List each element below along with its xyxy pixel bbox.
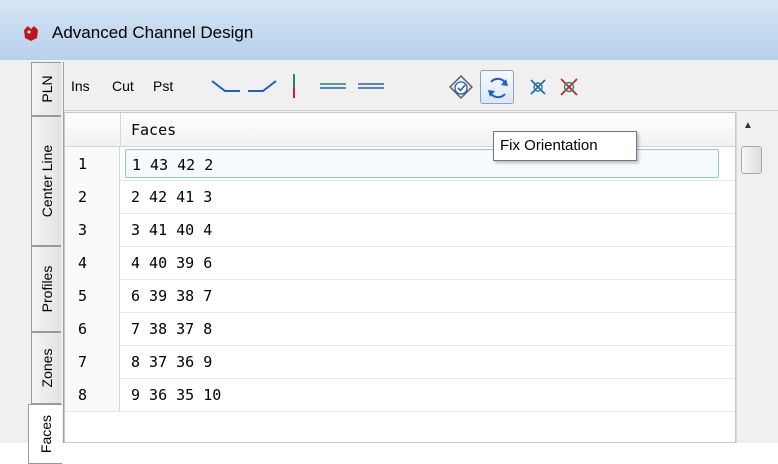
faces-grid: Faces 1 1 43 42 2 2 2 42 41 3 3 3 41 40 … [64,112,736,443]
flat-line-right-button[interactable] [354,70,388,104]
column-header-faces[interactable]: Faces [131,121,176,139]
faces-cell[interactable]: 3 41 40 4 [125,215,719,244]
row-number: 4 [78,254,88,272]
fix-orientation-icon [488,77,508,99]
delete-node-icon [530,79,546,95]
vertical-scrollbar[interactable]: ▲ [736,112,767,443]
row-number: 8 [78,386,88,404]
row-header[interactable]: 1 [65,147,120,180]
faces-cell[interactable]: 2 42 41 3 [125,182,719,211]
table-row[interactable]: 3 3 41 40 4 [65,213,735,247]
fix-orientation-button[interactable] [480,70,514,104]
row-number: 5 [78,287,88,305]
faces-cell-value: 1 43 42 2 [132,156,214,174]
faces-cell[interactable]: 4 40 39 6 [125,248,719,277]
row-header[interactable]: 7 [65,345,120,378]
row-number: 2 [78,188,88,206]
validate-button[interactable] [444,70,478,104]
delete-node-button[interactable] [526,70,550,104]
faces-cell[interactable]: 9 36 35 10 [125,380,719,409]
table-row[interactable]: 2 2 42 41 3 [65,180,735,214]
tab-faces-label: Faces [37,414,54,454]
vertical-bar-button[interactable] [284,70,304,104]
cut-button[interactable]: Cut [112,78,134,94]
app-logo-icon [24,26,38,41]
faces-cell-value: 4 40 39 6 [131,254,213,272]
vertical-tab-strip: PLN Center Line Profiles Zones Faces [27,62,64,464]
row-number: 7 [78,353,88,371]
slope-down-line-icon [211,80,240,92]
faces-cell-value: 3 41 40 4 [131,221,213,239]
row-number: 6 [78,320,88,338]
delete-all-nodes-icon [560,78,578,96]
paste-button[interactable]: Pst [153,78,173,94]
row-header[interactable]: 4 [65,246,120,279]
faces-cell[interactable]: 6 39 38 7 [125,281,719,310]
table-row[interactable]: 6 7 38 37 8 [65,312,735,346]
scroll-up-arrow-icon[interactable]: ▲ [743,120,753,131]
tab-faces[interactable]: Faces [28,404,62,464]
slope-down-line-button[interactable] [208,70,242,104]
faces-cell-value: 7 38 37 8 [131,320,213,338]
tab-pln-label: PLN [38,75,55,103]
tab-zones-label: Zones [38,348,55,388]
row-number: 3 [78,221,88,239]
tab-profiles-label: Profiles [38,265,55,313]
tooltip: Fix Orientation [493,131,637,161]
faces-cell-value: 9 36 35 10 [131,386,222,404]
scroll-thumb[interactable] [741,146,762,174]
validate-icon [449,75,473,99]
title-bar: Advanced Channel Design [0,0,778,60]
window-title: Advanced Channel Design [52,23,254,42]
flat-line-right-icon [358,83,384,89]
table-row[interactable]: 5 6 39 38 7 [65,279,735,313]
tab-center-line-label: Center Line [38,144,55,218]
faces-cell-value: 6 39 38 7 [131,287,213,305]
slope-up-line-button[interactable] [246,70,280,104]
flat-line-left-icon [320,83,346,89]
table-row[interactable]: 8 9 36 35 10 [65,378,735,412]
delete-all-nodes-button[interactable] [556,70,582,104]
table-row[interactable]: 4 4 40 39 6 [65,246,735,280]
toolbar: Ins Cut Pst [64,64,778,111]
row-number: 1 [78,155,88,173]
row-header[interactable]: 2 [65,180,120,213]
row-header[interactable]: 8 [65,378,120,411]
tab-pln[interactable]: PLN [31,62,61,116]
row-header[interactable]: 3 [65,213,120,246]
faces-cell[interactable]: 8 37 36 9 [125,347,719,376]
row-header[interactable]: 5 [65,279,120,312]
faces-cell-value: 2 42 41 3 [131,188,213,206]
slope-up-line-icon [248,80,277,92]
flat-line-left-button[interactable] [316,70,350,104]
tab-center-line[interactable]: Center Line [31,116,61,246]
faces-cell-value: 8 37 36 9 [131,353,213,371]
tab-zones[interactable]: Zones [31,332,61,404]
tooltip-text: Fix Orientation [500,137,598,154]
tab-profiles[interactable]: Profiles [31,246,61,332]
grid-corner[interactable] [65,113,121,146]
row-header[interactable]: 6 [65,312,120,345]
table-row[interactable]: 7 8 37 36 9 [65,345,735,379]
vertical-bar-icon [293,74,295,98]
insert-button[interactable]: Ins [71,78,90,94]
faces-cell[interactable]: 7 38 37 8 [125,314,719,343]
